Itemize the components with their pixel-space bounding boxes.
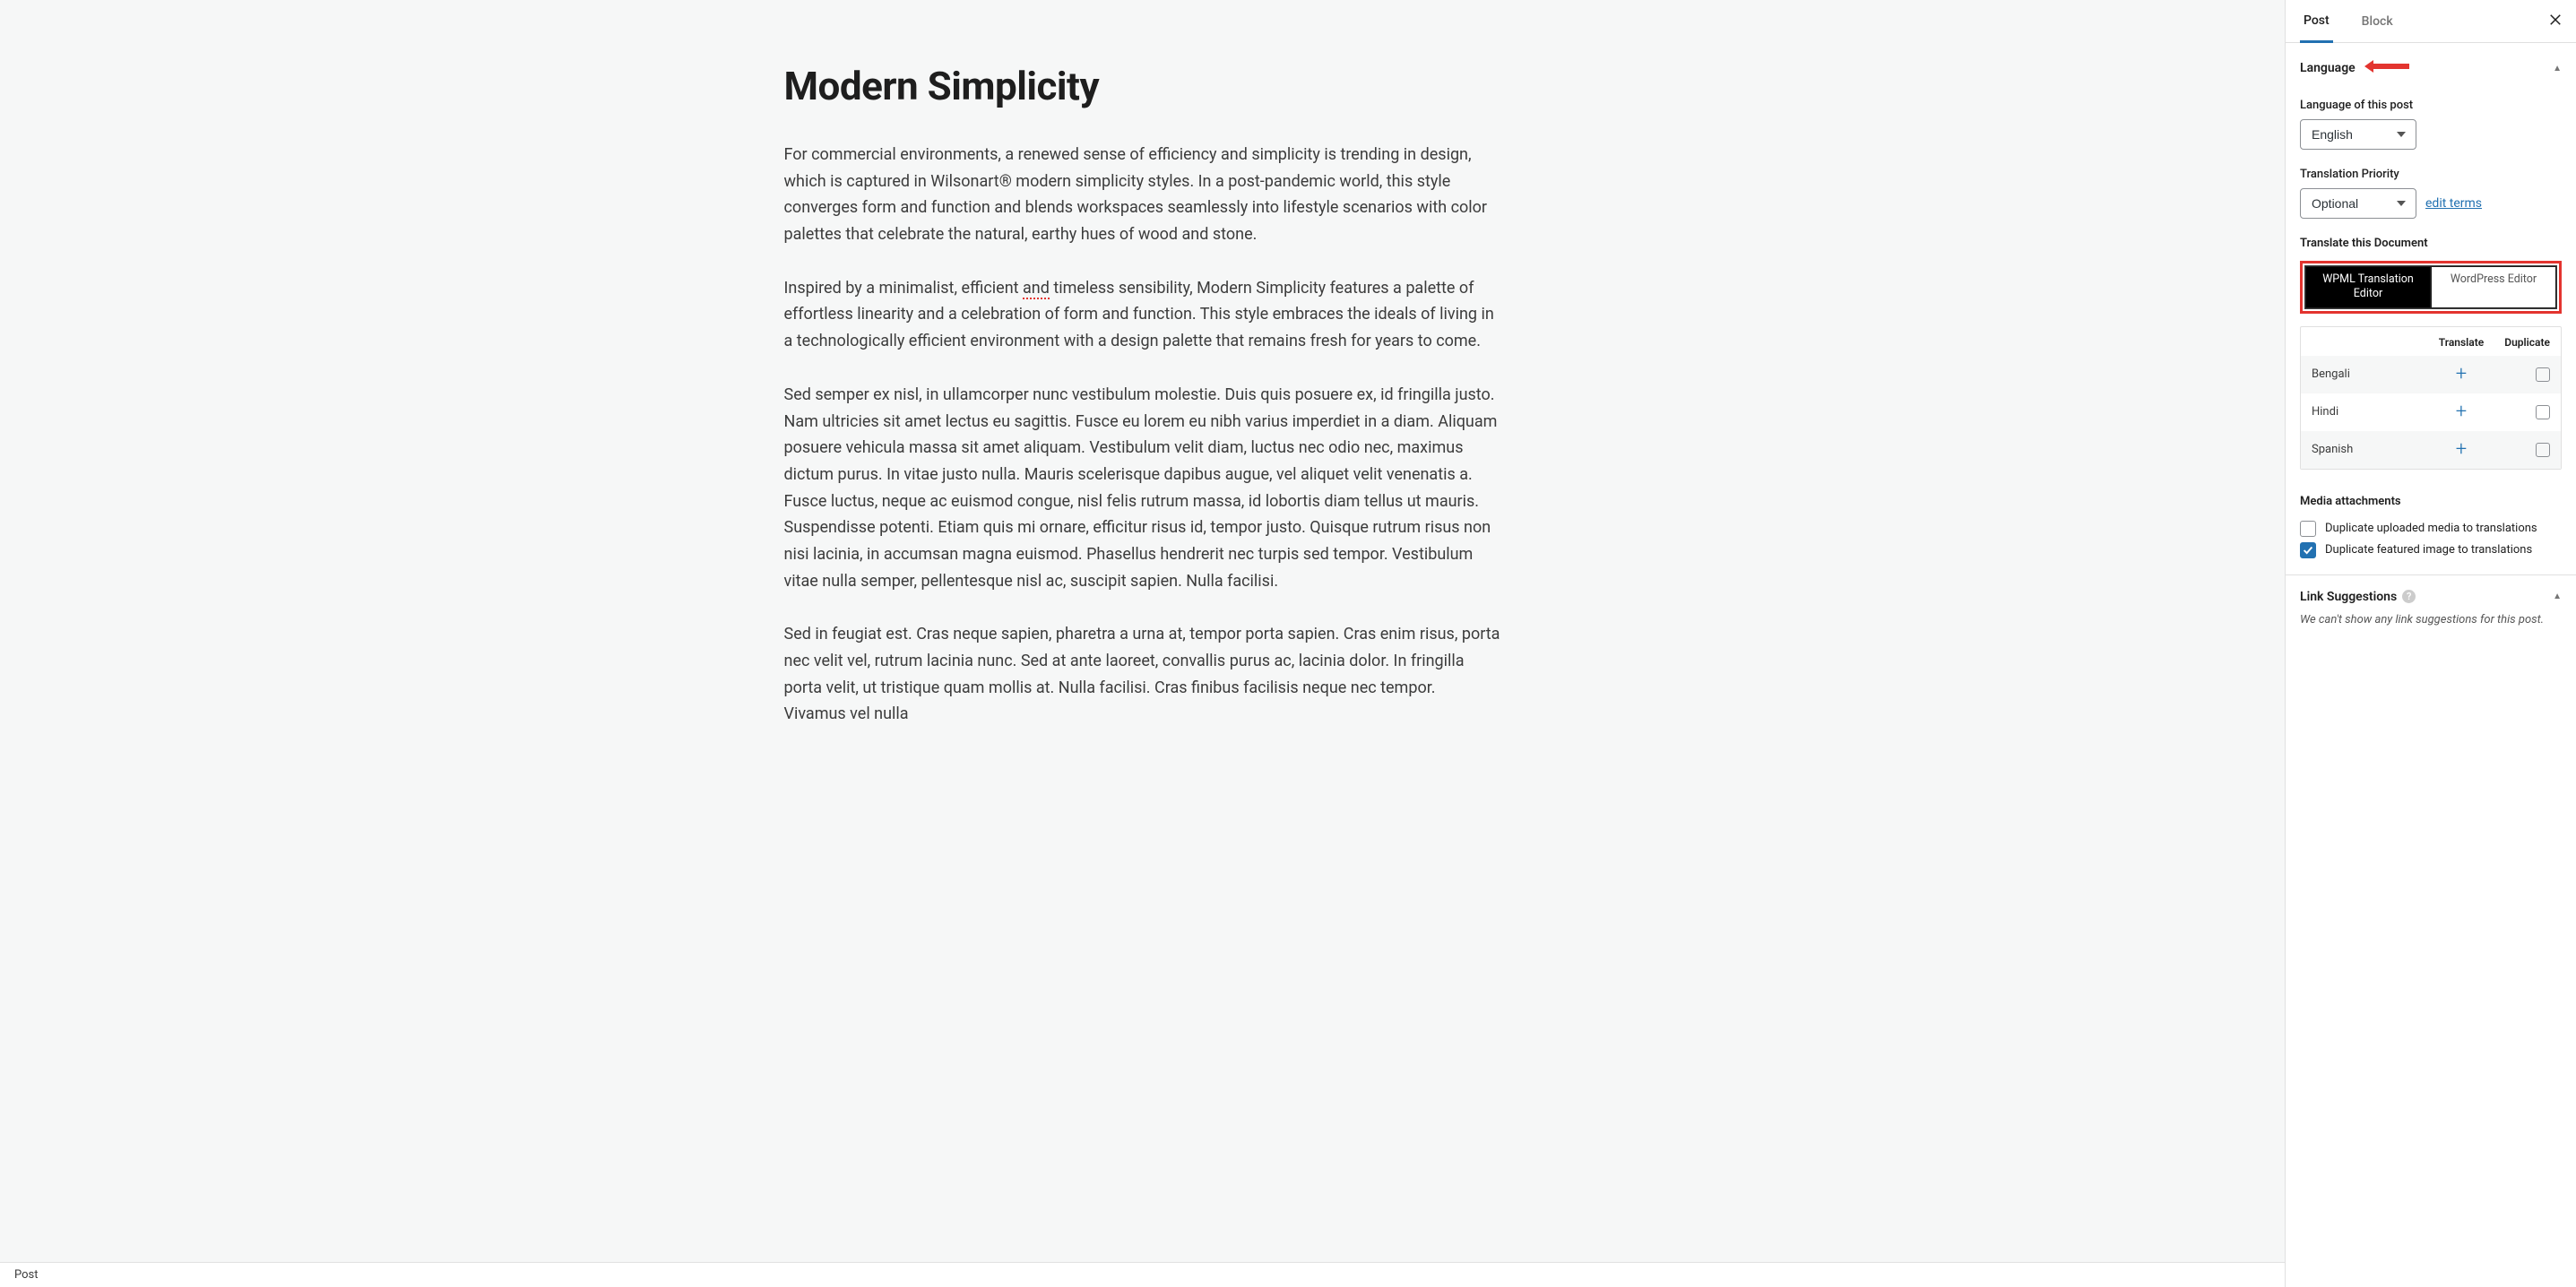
- checkmark-icon: [2302, 544, 2314, 557]
- spellcheck-word: and: [1023, 279, 1050, 299]
- translation-priority-label: Translation Priority: [2300, 168, 2562, 181]
- collapse-icon: ▲: [2553, 64, 2562, 73]
- paragraph-block[interactable]: Sed semper ex nisl, in ullamcorper nunc …: [784, 382, 1501, 595]
- add-translation-icon[interactable]: +: [2456, 438, 2467, 461]
- language-name: Spanish: [2312, 443, 2430, 456]
- add-translation-icon[interactable]: +: [2456, 401, 2467, 423]
- media-option-row: Duplicate featured image to translations: [2300, 542, 2562, 558]
- media-option-label: Duplicate uploaded media to translations: [2325, 522, 2537, 535]
- post-title[interactable]: Modern Simplicity: [784, 63, 1501, 109]
- translation-languages-table: Translate Duplicate Bengali + Hindi + Sp…: [2300, 326, 2562, 470]
- table-row: Hindi +: [2301, 393, 2561, 431]
- tab-block[interactable]: Block: [2358, 0, 2397, 42]
- tab-post[interactable]: Post: [2300, 1, 2333, 43]
- collapse-icon: ▲: [2553, 592, 2562, 601]
- sidebar-tab-bar: Post Block: [2286, 0, 2576, 43]
- editor-area: Modern Simplicity For commercial environ…: [0, 0, 2285, 1287]
- media-option-row: Duplicate uploaded media to translations: [2300, 521, 2562, 537]
- duplicate-uploaded-checkbox[interactable]: [2300, 521, 2316, 537]
- table-row: Spanish +: [2301, 431, 2561, 469]
- breadcrumb-post[interactable]: Post: [14, 1268, 39, 1282]
- duplicate-checkbox[interactable]: [2536, 443, 2550, 457]
- language-of-post-label: Language of this post: [2300, 99, 2562, 112]
- language-select[interactable]: English: [2300, 119, 2416, 150]
- duplicate-checkbox[interactable]: [2536, 405, 2550, 419]
- editor-toggle: WPML Translation Editor WordPress Editor: [2304, 265, 2557, 309]
- editor-content[interactable]: Modern Simplicity For commercial environ…: [766, 0, 1519, 728]
- translate-column-header: Translate: [2430, 336, 2493, 349]
- paragraph-block[interactable]: For commercial environments, a renewed s…: [784, 142, 1501, 248]
- language-name: Hindi: [2312, 405, 2430, 419]
- translate-document-label: Translate this Document: [2300, 237, 2562, 250]
- add-translation-icon[interactable]: +: [2456, 363, 2467, 385]
- close-icon: [2547, 12, 2563, 28]
- language-panel: Language ▲ Language of this post English…: [2286, 43, 2576, 626]
- language-panel-title: Language: [2300, 61, 2356, 75]
- media-attachments-title: Media attachments: [2300, 495, 2562, 508]
- help-icon[interactable]: ?: [2402, 590, 2416, 603]
- table-row: Bengali +: [2301, 356, 2561, 393]
- link-suggestions-title: Link Suggestions: [2300, 590, 2397, 604]
- close-sidebar-button[interactable]: [2542, 6, 2569, 37]
- settings-sidebar: Post Block Language ▲ Language of this p…: [2285, 0, 2576, 1287]
- editor-toggle-callout: WPML Translation Editor WordPress Editor: [2300, 261, 2562, 314]
- paragraph-block[interactable]: Sed in feugiat est. Cras neque sapien, p…: [784, 621, 1501, 728]
- media-option-label: Duplicate featured image to translations: [2325, 543, 2532, 557]
- wpml-editor-toggle[interactable]: WPML Translation Editor: [2305, 266, 2431, 308]
- duplicate-column-header: Duplicate: [2493, 336, 2550, 349]
- link-suggestions-message: We can't show any link suggestions for t…: [2300, 613, 2562, 626]
- callout-arrow-icon: [2363, 57, 2411, 79]
- priority-select[interactable]: Optional: [2300, 188, 2416, 219]
- paragraph-block[interactable]: Inspired by a minimalist, efficient and …: [784, 275, 1501, 355]
- language-name: Bengali: [2312, 367, 2430, 381]
- edit-terms-link[interactable]: edit terms: [2425, 196, 2482, 211]
- table-header-row: Translate Duplicate: [2301, 327, 2561, 356]
- editor-footer-bar: Post: [0, 1262, 2285, 1287]
- language-panel-header[interactable]: Language ▲: [2300, 43, 2562, 93]
- wordpress-editor-toggle[interactable]: WordPress Editor: [2431, 266, 2556, 308]
- link-suggestions-header[interactable]: Link Suggestions ? ▲: [2300, 575, 2562, 613]
- duplicate-checkbox[interactable]: [2536, 367, 2550, 382]
- duplicate-featured-checkbox[interactable]: [2300, 542, 2316, 558]
